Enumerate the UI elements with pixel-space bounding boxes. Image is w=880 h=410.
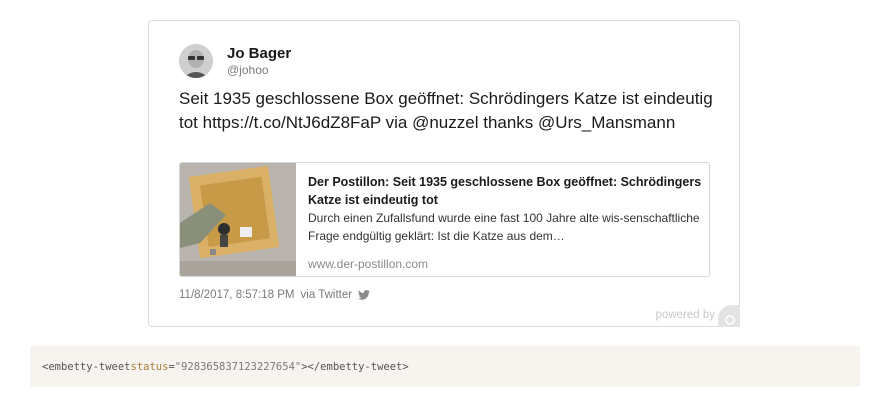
mention-link[interactable]: @nuzzel [412, 113, 478, 132]
tweet-thanks-text: thanks [478, 113, 539, 132]
author-handle[interactable]: @johoo [227, 63, 269, 77]
embetty-logo-icon[interactable] [718, 305, 740, 327]
link-preview-description: Durch einen Zufallsfund wurde eine fast … [308, 211, 700, 243]
mention-link[interactable]: @Urs_Mansmann [538, 113, 675, 132]
powered-by-label[interactable]: powered by [656, 309, 715, 321]
link-preview-image [180, 163, 296, 276]
tweet-card: Jo Bager @johoo Seit 1935 geschlossene B… [148, 20, 740, 327]
tweet-link[interactable]: https://t.co/NtJ6dZ8FaP [203, 113, 381, 132]
author-avatar[interactable] [179, 44, 213, 78]
author-name[interactable]: Jo Bager [227, 45, 291, 62]
link-preview-card[interactable]: Der Postillon: Seit 1935 geschlossene Bo… [179, 162, 710, 277]
code-attr-value: "928365837123227654" [174, 360, 302, 373]
tweet-meta: 11/8/2017, 8:57:18 PM via Twitter [179, 289, 371, 301]
link-preview-title: Der Postillon: Seit 1935 geschlossene Bo… [308, 175, 702, 207]
tweet-text: Seit 1935 geschlossene Box geöffnet: Sch… [179, 87, 719, 135]
code-snippet: <embetty-tweet status = "92836583712322765… [30, 346, 860, 387]
code-close-tag: ></embetty-tweet> [301, 360, 409, 373]
code-open-tag: <embetty-tweet [42, 360, 131, 373]
link-preview-domain: www.der-postillon.com [308, 257, 429, 271]
tweet-via-text: via [380, 113, 413, 132]
tweet-source: via Twitter [300, 289, 353, 301]
twitter-bird-icon[interactable] [358, 290, 371, 300]
code-attr-name: status [130, 360, 169, 373]
tweet-timestamp[interactable]: 11/8/2017, 8:57:18 PM [179, 289, 295, 301]
